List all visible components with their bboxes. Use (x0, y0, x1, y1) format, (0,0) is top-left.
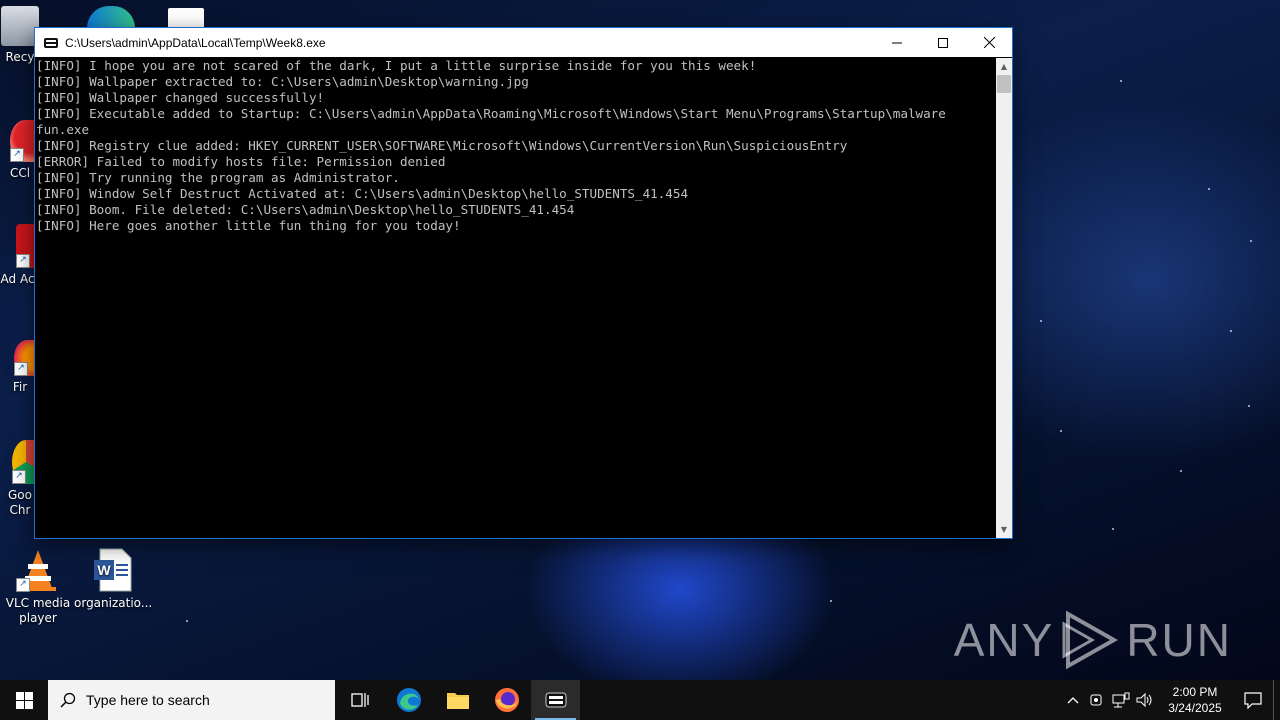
meet-now-icon (1090, 694, 1102, 706)
minimize-icon (892, 42, 902, 43)
anyrun-watermark: ANY RUN (954, 610, 1232, 670)
console-window[interactable]: C:\Users\admin\AppData\Local\Temp\Week8.… (34, 27, 1013, 539)
shortcut-arrow-icon: ↗ (16, 254, 30, 268)
console-line: [INFO] Wallpaper extracted to: C:\Users\… (36, 74, 529, 89)
network-button[interactable] (1109, 680, 1133, 720)
maximize-icon (938, 37, 948, 48)
console-line: [INFO] Registry clue added: HKEY_CURRENT… (36, 138, 848, 153)
taskbar-search-box[interactable]: Type here to search (48, 680, 335, 720)
window-title: C:\Users\admin\AppData\Local\Temp\Week8.… (65, 35, 326, 50)
volume-button[interactable] (1133, 680, 1157, 720)
edge-icon (396, 688, 421, 712)
taskbar: Type here to search 2:00 PM 3/24/2025 (0, 680, 1280, 720)
task-view-icon (350, 693, 369, 707)
scroll-up-arrow-icon[interactable]: ▲ (996, 58, 1012, 75)
vlc-cone-icon: ↗ (16, 548, 60, 592)
minimize-button[interactable] (874, 28, 920, 57)
taskbar-edge-button[interactable] (384, 680, 433, 720)
console-line: [ERROR] Failed to modify hosts file: Per… (36, 154, 446, 169)
console-line: [INFO] I hope you are not scared of the … (36, 58, 757, 73)
console-app-icon (44, 37, 58, 48)
console-line: fun.exe (36, 122, 90, 137)
taskbar-console-button[interactable] (531, 680, 580, 720)
notification-icon (1244, 692, 1262, 709)
search-icon (60, 692, 76, 708)
word-document-icon: W (92, 548, 132, 592)
close-icon (983, 37, 995, 48)
taskbar-firefox-button[interactable] (482, 680, 531, 720)
console-line: [INFO] Try running the program as Admini… (36, 170, 400, 185)
shortcut-arrow-icon: ↗ (14, 362, 28, 376)
speaker-icon (1136, 692, 1152, 708)
action-center-button[interactable] (1233, 680, 1273, 720)
taskbar-file-explorer-button[interactable] (433, 680, 482, 720)
folder-icon (446, 693, 469, 709)
desktop-icon-vlc[interactable]: ↗ VLC media player (0, 548, 76, 626)
meet-now-button[interactable] (1085, 680, 1109, 720)
task-view-button[interactable] (335, 680, 384, 720)
console-line: [INFO] Window Self Destruct Activated at… (36, 186, 689, 201)
window-titlebar[interactable]: C:\Users\admin\AppData\Local\Temp\Week8.… (35, 28, 1012, 57)
play-logo-icon (1062, 610, 1119, 670)
svg-text:W: W (97, 562, 111, 578)
search-placeholder: Type here to search (86, 692, 210, 708)
show-hidden-icons-button[interactable] (1061, 680, 1085, 720)
console-line: [INFO] Here goes another little fun thin… (36, 218, 461, 233)
edge-icon (87, 6, 135, 28)
shortcut-arrow-icon: ↗ (10, 148, 24, 162)
show-desktop-button[interactable] (1273, 680, 1280, 720)
close-button[interactable] (966, 28, 1012, 57)
clock-date: 3/24/2025 (1168, 701, 1222, 715)
system-tray: 2:00 PM 3/24/2025 (1061, 680, 1280, 720)
firefox-icon (494, 688, 519, 712)
console-output[interactable]: [INFO] I hope you are not scared of the … (35, 58, 995, 538)
network-icon (1112, 692, 1130, 708)
desktop-icon-word-document[interactable]: W organizatio... (74, 548, 152, 611)
scroll-down-arrow-icon[interactable]: ▼ (996, 521, 1012, 538)
chevron-up-icon (1067, 697, 1079, 704)
taskbar-clock[interactable]: 2:00 PM 3/24/2025 (1157, 684, 1233, 716)
console-line: [INFO] Executable added to Startup: C:\U… (36, 106, 946, 121)
windows-logo-icon (15, 691, 33, 709)
clock-time: 2:00 PM (1172, 685, 1218, 699)
start-button[interactable] (0, 680, 48, 720)
scrollbar-thumb[interactable] (997, 75, 1011, 93)
shortcut-arrow-icon: ↗ (12, 470, 26, 484)
console-line: [INFO] Wallpaper changed successfully! (36, 90, 325, 105)
vertical-scrollbar[interactable]: ▲ ▼ (996, 58, 1012, 538)
console-line: [INFO] Boom. File deleted: C:\Users\admi… (36, 202, 575, 217)
document-icon (168, 8, 204, 28)
shortcut-arrow-icon: ↗ (16, 578, 30, 592)
maximize-button[interactable] (920, 28, 966, 57)
console-app-icon (545, 692, 566, 708)
